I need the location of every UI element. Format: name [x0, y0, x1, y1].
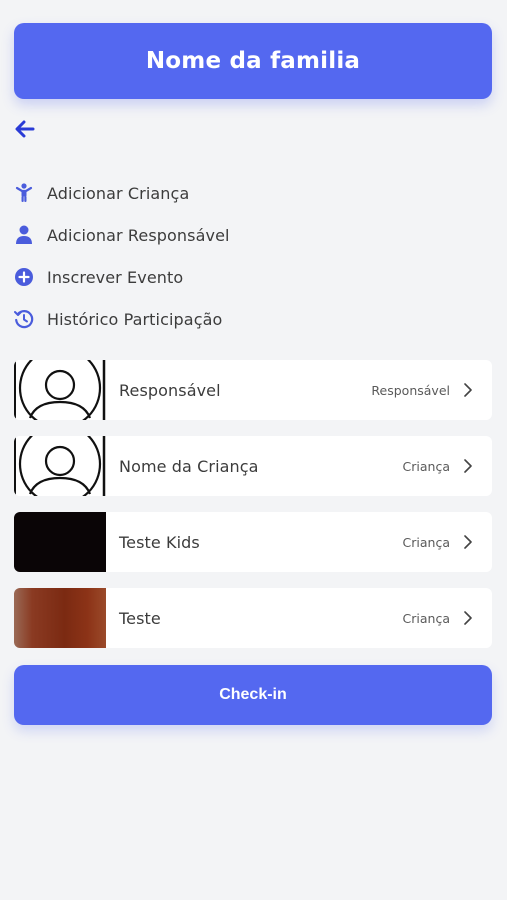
member-role: Responsável — [371, 382, 450, 398]
avatar — [14, 436, 106, 496]
child-icon — [14, 183, 34, 203]
menu-item-add-guardian[interactable]: Adicionar Responsável — [14, 214, 314, 256]
checkin-button[interactable]: Check-in — [14, 665, 492, 725]
member-role: Criança — [402, 534, 450, 550]
header-banner: Nome da familia — [14, 23, 492, 99]
menu-item-label: Adicionar Responsável — [47, 225, 230, 245]
avatar — [14, 360, 106, 420]
member-name: Responsável — [119, 380, 221, 400]
arrow-left-icon — [15, 120, 35, 138]
chevron-right-icon — [460, 534, 476, 550]
back-button[interactable] — [13, 117, 37, 141]
member-card[interactable]: Teste Criança — [14, 588, 492, 648]
menu-item-add-child[interactable]: Adicionar Criança — [14, 172, 314, 214]
member-card[interactable]: Teste Kids Criança — [14, 512, 492, 572]
member-photo — [14, 588, 106, 648]
avatar-placeholder-icon — [14, 360, 106, 420]
member-name: Teste — [119, 608, 161, 628]
member-list: Responsável Responsável Nome da Criança … — [14, 360, 492, 664]
user-icon — [14, 225, 34, 245]
member-card[interactable]: Responsável Responsável — [14, 360, 492, 420]
menu-item-label: Inscrever Evento — [47, 267, 184, 287]
chevron-right-icon — [460, 458, 476, 474]
checkin-label: Check-in — [219, 686, 287, 703]
menu-item-register-event[interactable]: Inscrever Evento — [14, 256, 314, 298]
plus-circle-icon — [14, 267, 34, 287]
menu-item-history[interactable]: Histórico Participação — [14, 298, 314, 340]
history-icon — [14, 309, 34, 329]
action-menu: Adicionar Criança Adicionar Responsável … — [14, 172, 314, 340]
member-role: Criança — [402, 610, 450, 626]
menu-item-label: Histórico Participação — [47, 309, 223, 329]
menu-item-label: Adicionar Criança — [47, 183, 190, 203]
member-role: Criança — [402, 458, 450, 474]
member-photo — [14, 512, 106, 572]
page-title: Nome da familia — [145, 48, 361, 74]
member-card[interactable]: Nome da Criança Criança — [14, 436, 492, 496]
member-name: Nome da Criança — [119, 456, 259, 476]
chevron-right-icon — [460, 382, 476, 398]
chevron-right-icon — [460, 610, 476, 626]
avatar-placeholder-icon — [14, 436, 106, 496]
member-name: Teste Kids — [119, 532, 200, 552]
